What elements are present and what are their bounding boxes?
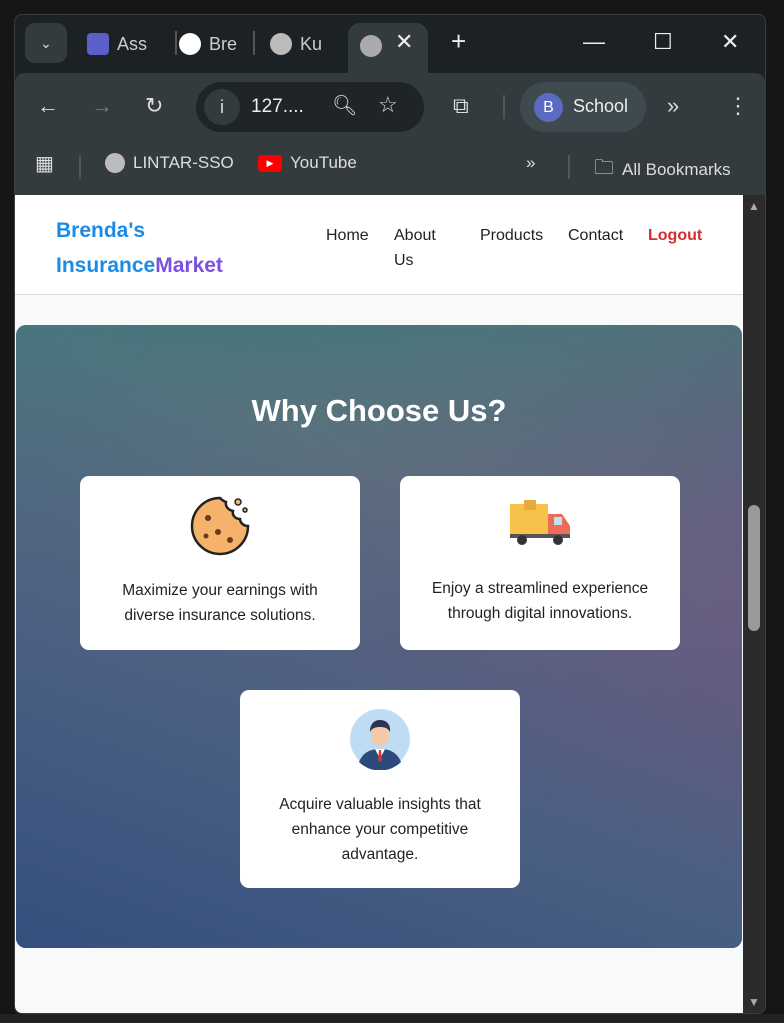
- menu-icon[interactable]: ⋮: [727, 93, 749, 119]
- scrollbar-thumb[interactable]: [748, 505, 760, 631]
- back-icon[interactable]: ←: [37, 93, 59, 119]
- teams-icon: [87, 33, 109, 55]
- delivery-truck-icon: [510, 500, 570, 545]
- forward-icon[interactable]: →: [91, 93, 113, 119]
- cookie-icon: [190, 496, 250, 556]
- more-bookmarks-icon[interactable]: »: [526, 153, 535, 173]
- reload-icon[interactable]: ↻: [145, 93, 163, 119]
- close-tab-icon[interactable]: ✕: [395, 29, 413, 55]
- site-header: Brenda's InsuranceMarket Home About Us Pr…: [15, 195, 743, 295]
- tab-divider: [253, 31, 255, 55]
- profile-button[interactable]: B School: [520, 82, 646, 132]
- close-window-icon[interactable]: ✕: [721, 29, 739, 55]
- globe-icon: [270, 33, 292, 55]
- minimize-icon[interactable]: —: [583, 29, 605, 55]
- feature-card: Maximize your earnings with diverse insu…: [80, 476, 360, 650]
- chevron-double-right-icon[interactable]: »: [667, 93, 679, 119]
- site-info-icon[interactable]: i: [204, 89, 240, 125]
- globe-icon: [105, 153, 125, 173]
- apps-grid-icon[interactable]: ▦: [35, 151, 54, 176]
- toolbar: ← → ↻ i 127.... 🔍︎ ☆ ⧉ B School » ⋮: [15, 73, 765, 141]
- scroll-up-icon[interactable]: ▲: [748, 199, 760, 213]
- tab-teams[interactable]: Ass: [87, 29, 147, 59]
- tab-search-button[interactable]: ⌄: [25, 23, 67, 63]
- bookmarks-bar: ▦ LINTAR-SSO ▶ YouTube » 🗀 All Bookmarks: [15, 141, 765, 195]
- businessman-icon: [350, 709, 410, 770]
- tab-divider: [175, 31, 177, 55]
- tab-github[interactable]: Bre: [179, 29, 239, 59]
- github-icon: [179, 33, 201, 55]
- scroll-down-icon[interactable]: ▼: [748, 995, 760, 1009]
- bookmarks-divider: [568, 155, 570, 179]
- star-icon[interactable]: ☆: [378, 92, 398, 118]
- new-tab-icon[interactable]: +: [451, 26, 466, 57]
- page-content: Brenda's InsuranceMarket Home About Us Pr…: [15, 195, 743, 1013]
- tab-active[interactable]: ✕: [348, 23, 428, 75]
- browser-window: ⌄ Ass Bre Ku ✕ + — ☐ ✕ ← → ↻ i 127.... 🔍…: [14, 14, 766, 1014]
- address-bar[interactable]: i 127.... 🔍︎ ☆: [196, 82, 424, 132]
- maximize-icon[interactable]: ☐: [653, 29, 673, 55]
- bookmarks-divider: [79, 155, 81, 179]
- tab-ku[interactable]: Ku: [270, 29, 330, 59]
- zoom-icon[interactable]: 🔍︎: [332, 93, 357, 118]
- section-title: Why Choose Us?: [251, 393, 507, 428]
- avatar: B: [534, 93, 563, 122]
- feature-card: Enjoy a streamlined experience through d…: [400, 476, 680, 650]
- folder-icon: 🗀: [594, 157, 614, 179]
- bookmark-lintar-sso[interactable]: LINTAR-SSO: [105, 153, 234, 173]
- nav-logout[interactable]: Logout: [648, 223, 702, 248]
- nav-home[interactable]: Home: [326, 223, 369, 248]
- globe-icon: [360, 35, 382, 57]
- site-logo[interactable]: Brenda's InsuranceMarket: [56, 213, 223, 283]
- why-choose-us-section: Why Choose Us? Maximize your earnings wi…: [16, 325, 742, 948]
- bookmark-youtube[interactable]: ▶ YouTube: [258, 153, 357, 173]
- tab-strip: ⌄ Ass Bre Ku ✕ + — ☐ ✕: [15, 15, 765, 75]
- nav-contact[interactable]: Contact: [568, 223, 623, 248]
- taskbar: [0, 1014, 784, 1023]
- youtube-icon: ▶: [258, 154, 282, 172]
- feature-card: Acquire valuable insights that enhance y…: [240, 690, 520, 888]
- vertical-scrollbar[interactable]: ▲ ▼: [743, 195, 765, 1013]
- nav-products[interactable]: Products: [480, 223, 543, 248]
- toolbar-divider: [503, 95, 505, 119]
- nav-about[interactable]: About Us: [394, 223, 444, 273]
- extensions-icon[interactable]: ⧉: [453, 93, 469, 119]
- all-bookmarks-button[interactable]: 🗀 All Bookmarks: [594, 153, 731, 187]
